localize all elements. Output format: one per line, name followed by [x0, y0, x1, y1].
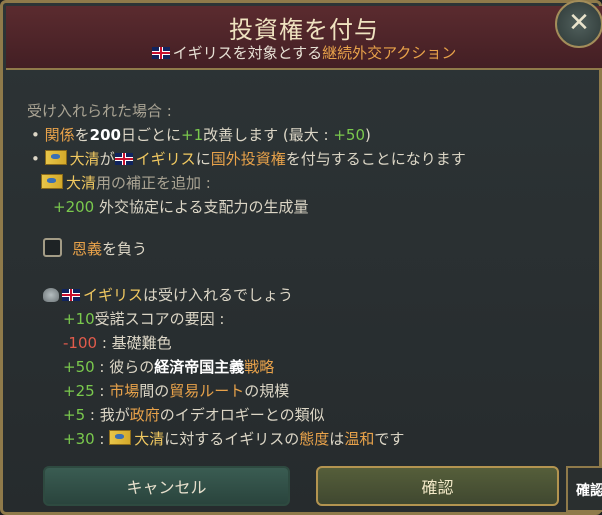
text: 間の — [139, 382, 170, 400]
uk-flag-icon — [114, 153, 133, 165]
text: に — [195, 150, 211, 168]
text: を — [74, 126, 90, 144]
obligation-checkbox[interactable] — [43, 238, 62, 257]
uk-flag-icon — [62, 289, 80, 301]
subtitle-mid: を対象とする — [232, 44, 323, 62]
factor-value: +30 — [63, 430, 95, 448]
increment-value: +1 — [181, 126, 204, 144]
attitude-text: 態度 — [299, 430, 330, 448]
text: のイデオロギーとの類似 — [159, 406, 325, 424]
government-text: 政府 — [129, 406, 160, 424]
bullet: • — [31, 126, 40, 144]
close-button[interactable]: ✕ — [555, 0, 602, 48]
strategy-text: 戦略 — [244, 358, 275, 376]
qing-flag-icon — [109, 430, 132, 445]
text: です — [374, 430, 405, 448]
factor-value: +25 — [63, 382, 95, 400]
confirm-button[interactable]: 確認 — [316, 466, 559, 506]
max-value: +50 — [333, 126, 365, 144]
dialog-title: 投資権を付与 — [229, 16, 379, 44]
modifier-influence: +200 外交協定による支配力の生成量 — [53, 195, 309, 219]
acceptance-line: イギリスは受け入れるでしょう — [43, 283, 293, 307]
qing-text: 大清 — [134, 430, 165, 448]
text: を付与することになります — [285, 150, 466, 168]
bullet: • — [31, 150, 40, 168]
effect-investment-rights: • 大清が イギリスに国外投資権を付与することになります — [31, 147, 466, 171]
close-icon: ✕ — [568, 8, 590, 38]
text: の規模 — [244, 382, 290, 400]
factor-trade-routes: +25 : 市場間の貿易ルートの規模 — [63, 379, 289, 403]
qing-flag-icon — [41, 174, 63, 189]
qing-flag-icon — [44, 150, 67, 165]
dialog-frame: 投資権を付与 イギリスを対象とする継続外交アクション ✕ 受け入れられた場合 :… — [0, 0, 602, 515]
factor-value: +50 — [63, 358, 95, 376]
text: : 彼らの — [94, 358, 155, 376]
text: は受け入れるでしょう — [143, 286, 294, 304]
days-value: 200 — [89, 126, 121, 144]
text: : — [94, 430, 110, 448]
qing-text: 大清 — [69, 150, 100, 168]
text: 改善します (最大 : — [203, 126, 334, 144]
factor-value: -100 — [63, 334, 98, 352]
cordial-text: 温和 — [344, 430, 375, 448]
factor-base-reluctance: -100 : 基礎難色 — [63, 331, 172, 355]
trade-route-text: 貿易ルート — [169, 382, 245, 400]
text: が — [99, 150, 115, 168]
subtitle-country: イギリス — [172, 44, 233, 62]
uk-text: イギリス — [83, 286, 144, 304]
if-accepted-label: 受け入れられた場合 : — [27, 102, 172, 120]
uk-flag-icon — [151, 47, 170, 59]
cancel-button[interactable]: キャンセル — [43, 466, 290, 506]
text: : 基礎難色 — [97, 334, 172, 352]
obligation-text: 恩義 — [72, 240, 103, 258]
market-text: 市場 — [109, 382, 140, 400]
modifier-header: 大清用の補正を追加 : — [41, 171, 211, 195]
dialog-header: 投資権を付与 イギリスを対象とする継続外交アクション — [6, 6, 602, 70]
text: : 我が — [85, 406, 130, 424]
factor-ideology: +5 : 我が政府のイデオロギーとの類似 — [63, 403, 325, 427]
influence-value: +200 — [53, 198, 95, 216]
obligation-checkbox-row[interactable]: 恩義を負う — [43, 237, 147, 261]
relations-text: 関係 — [44, 126, 75, 144]
qing-text: 大清 — [66, 174, 97, 192]
score-value: +10 — [63, 310, 95, 328]
subtitle-action: 継続外交アクション — [322, 44, 457, 62]
investment-rights-text: 国外投資権 — [210, 150, 286, 168]
text: 用の補正を追加 : — [96, 174, 211, 192]
text: 外交協定による支配力の生成量 — [98, 198, 309, 216]
factor-attitude: +30 : 大清に対するイギリスの態度は温和です — [63, 427, 404, 451]
acceptance-score: +10受諾スコアの要因 : — [63, 307, 224, 331]
dialog-subtitle: イギリスを対象とする継続外交アクション — [6, 42, 602, 63]
uk-text: イギリス — [135, 150, 196, 168]
text: に対するイギリスの — [164, 430, 300, 448]
text: 受諾スコアの要因 : — [94, 310, 225, 328]
confirm-button-partial[interactable]: 確認 — [566, 466, 602, 512]
factor-value: +5 — [63, 406, 86, 424]
effect-relations: • 関係を200日ごとに+1改善します (最大 : +50) — [31, 123, 371, 147]
strategy-name: 経済帝国主義 — [154, 358, 245, 376]
text: は — [329, 430, 345, 448]
factor-strategy: +50 : 彼らの経済帝国主義戦略 — [63, 355, 274, 379]
text: 日ごとに — [120, 126, 181, 144]
text: : — [94, 382, 110, 400]
text: を負う — [102, 240, 148, 258]
thumbs-up-icon — [43, 288, 59, 302]
text: ) — [365, 126, 371, 144]
